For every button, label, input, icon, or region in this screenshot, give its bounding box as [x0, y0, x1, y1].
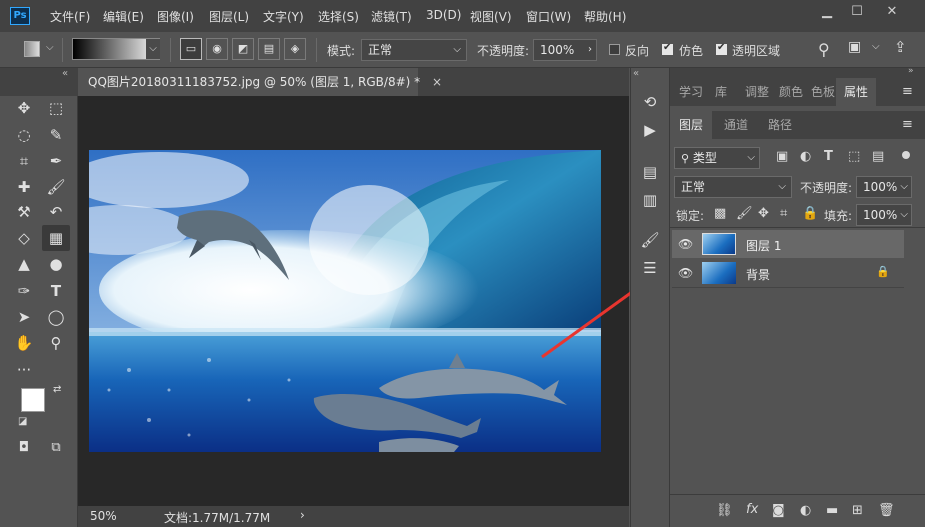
filter-shape-icon[interactable]: ⬚	[848, 149, 860, 164]
layer-thumbnail	[702, 262, 736, 284]
layer-effects-icon[interactable]: fx	[746, 502, 758, 517]
link-layers-icon[interactable]: ⛓	[716, 503, 733, 518]
properties-tab-bar: 学习 库 调整 颜色 色板 属性 ≡	[670, 78, 925, 106]
adjustment-layer-icon[interactable]: ◐	[800, 503, 811, 518]
tab-color[interactable]: 颜色	[774, 78, 808, 106]
actions-play-icon[interactable]: ▶	[640, 120, 660, 140]
chevron-down-icon: ⌵	[900, 181, 908, 192]
filter-kind-value: 类型	[692, 151, 717, 165]
tab-properties[interactable]: 属性	[836, 78, 876, 106]
eye-visibility-icon[interactable]: 👁	[678, 237, 693, 251]
layer-row[interactable]: 👁 背景 🔒	[672, 259, 904, 287]
status-menu-arrow[interactable]: ›	[300, 508, 305, 522]
document-size: 文档:1.77M/1.77M	[164, 511, 271, 525]
add-mask-icon[interactable]: ◙	[772, 503, 785, 518]
info-panel-icon[interactable]: ▤	[640, 162, 660, 182]
layer-opacity-value: 100%	[863, 180, 898, 194]
collapse-icon[interactable]: «	[633, 68, 639, 79]
tab-swatches[interactable]: 色板	[806, 78, 840, 106]
notes-panel-icon[interactable]: ▥	[640, 190, 660, 210]
collapse-icon[interactable]: »	[908, 66, 914, 76]
search-icon: ⚲	[681, 152, 690, 165]
properties-panel-header: »	[670, 66, 925, 78]
new-layer-icon[interactable]: ⊞	[852, 503, 863, 518]
lock-label: 锁定:	[676, 209, 705, 223]
filter-toggle-icon[interactable]	[902, 151, 910, 159]
chevron-down-icon: ⌵	[900, 209, 908, 220]
layers-tab-bar: 图层 通道 路径 ≡	[670, 111, 925, 139]
tab-libraries[interactable]: 库	[708, 78, 734, 106]
status-bar: 50% 文档:1.77M/1.77M ›	[78, 506, 629, 527]
layer-opacity-input[interactable]: 100% ⌵	[856, 176, 912, 198]
layer-opacity-label: 不透明度:	[800, 181, 853, 195]
tab-paths[interactable]: 路径	[760, 111, 800, 139]
history-panel-icon[interactable]: ⟲	[640, 92, 660, 112]
zoom-level[interactable]: 50%	[90, 509, 117, 523]
fill-value: 100%	[863, 208, 898, 222]
layer-name[interactable]: 背景	[746, 266, 770, 283]
collapsed-panel-dock: « ⟲ ▶ ▤ ▥ 🖌 ☰	[630, 68, 670, 527]
filter-type-icon[interactable]: T	[824, 149, 833, 164]
filter-pixel-icon[interactable]: ▣	[776, 149, 788, 164]
fill-input[interactable]: 100% ⌵	[856, 204, 912, 226]
lock-artboard-icon[interactable]: ⌗	[780, 206, 787, 221]
lock-transparent-icon[interactable]: ▩	[714, 206, 726, 221]
adjust-sliders-icon[interactable]: ☰	[640, 258, 660, 278]
tab-channels[interactable]: 通道	[716, 111, 756, 139]
tab-adjustments[interactable]: 调整	[740, 78, 774, 106]
delete-layer-icon[interactable]: 🗑	[878, 503, 895, 518]
layers-panel: ⚲ 类型 ⌵ ▣ ◐ T ⬚ ▤ 正常 ⌵ 不透明度: 100% ⌵ 锁定: ▩…	[670, 139, 925, 527]
fill-label: 填充:	[824, 209, 853, 223]
tab-learn[interactable]: 学习	[674, 78, 708, 106]
layer-row[interactable]: 👁 图层 1	[672, 230, 904, 258]
panel-menu-icon[interactable]: ≡	[902, 84, 913, 99]
blend-mode-value: 正常	[681, 180, 706, 194]
layer-thumbnail	[702, 233, 736, 255]
filter-smart-object-icon[interactable]: ▤	[872, 149, 884, 164]
lock-icon: 🔒	[876, 265, 890, 278]
layer-name[interactable]: 图层 1	[746, 237, 781, 254]
filter-adjustment-icon[interactable]: ◐	[800, 149, 811, 164]
layers-footer: ⛓ fx ◙ ◐ ▬ ⊞ 🗑	[670, 497, 925, 527]
chevron-down-icon: ⌵	[747, 152, 755, 163]
lock-image-icon[interactable]: 🖌	[736, 206, 753, 221]
layer-filter-select[interactable]: ⚲ 类型 ⌵	[674, 147, 760, 169]
eye-visibility-icon[interactable]: 👁	[678, 266, 693, 280]
blend-mode-select[interactable]: 正常 ⌵	[674, 176, 792, 198]
lock-all-icon[interactable]: 🔒	[802, 206, 818, 221]
chevron-down-icon: ⌵	[778, 181, 786, 192]
new-group-icon[interactable]: ▬	[826, 503, 838, 518]
brush-settings-icon[interactable]: 🖌	[640, 230, 660, 250]
lock-position-icon[interactable]: ✥	[758, 206, 769, 221]
tab-layers[interactable]: 图层	[670, 111, 712, 139]
panel-menu-icon[interactable]: ≡	[902, 117, 913, 132]
